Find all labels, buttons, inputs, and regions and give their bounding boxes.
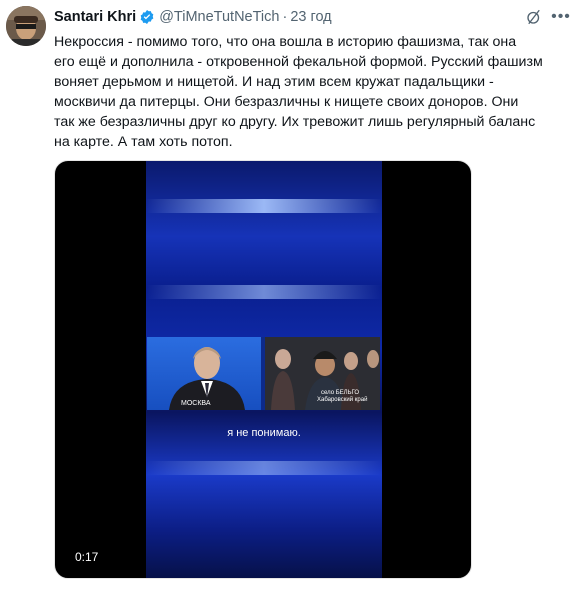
separator-dot: · [282, 9, 288, 25]
author-handle[interactable]: @TiMneTutNeTich [159, 9, 279, 25]
light-streak [146, 461, 382, 475]
tweet-text: Некроссия - помимо того, что она вошла в… [54, 34, 543, 150]
left-location-label: МОСКВА [181, 400, 211, 407]
right-panel: село БЕЛЬГО Хабаровский край [265, 337, 380, 410]
right-location-line2: Хабаровский край [317, 397, 368, 403]
timestamp[interactable]: 23 год [290, 9, 331, 25]
tweet[interactable]: Santari Khri @TiMneTutNeTich · 23 год ••… [0, 0, 581, 589]
verified-badge-icon [140, 10, 154, 24]
grok-icon[interactable] [525, 8, 543, 26]
right-location-line1: село БЕЛЬГО [321, 390, 360, 396]
avatar[interactable] [6, 6, 46, 46]
author-name[interactable]: Santari Khri [54, 9, 136, 25]
avatar-image [6, 6, 46, 46]
light-streak [146, 199, 382, 213]
tweet-header: Santari Khri @TiMneTutNeTich · 23 год [54, 7, 332, 27]
split-screen-inset: МОСКВА село БЕЛЬГО Хабаровский край [147, 337, 380, 410]
video-timestamp: 0:17 [71, 549, 103, 565]
video-frame: МОСКВА село БЕЛЬГО Хабаровский край я не… [146, 161, 382, 578]
video-subtitle: я не понимаю. [227, 427, 301, 439]
video-player[interactable]: МОСКВА село БЕЛЬГО Хабаровский край я не… [54, 160, 472, 579]
light-streak [146, 285, 382, 299]
left-panel: МОСКВА [147, 337, 261, 410]
more-icon[interactable]: ••• [551, 7, 571, 27]
